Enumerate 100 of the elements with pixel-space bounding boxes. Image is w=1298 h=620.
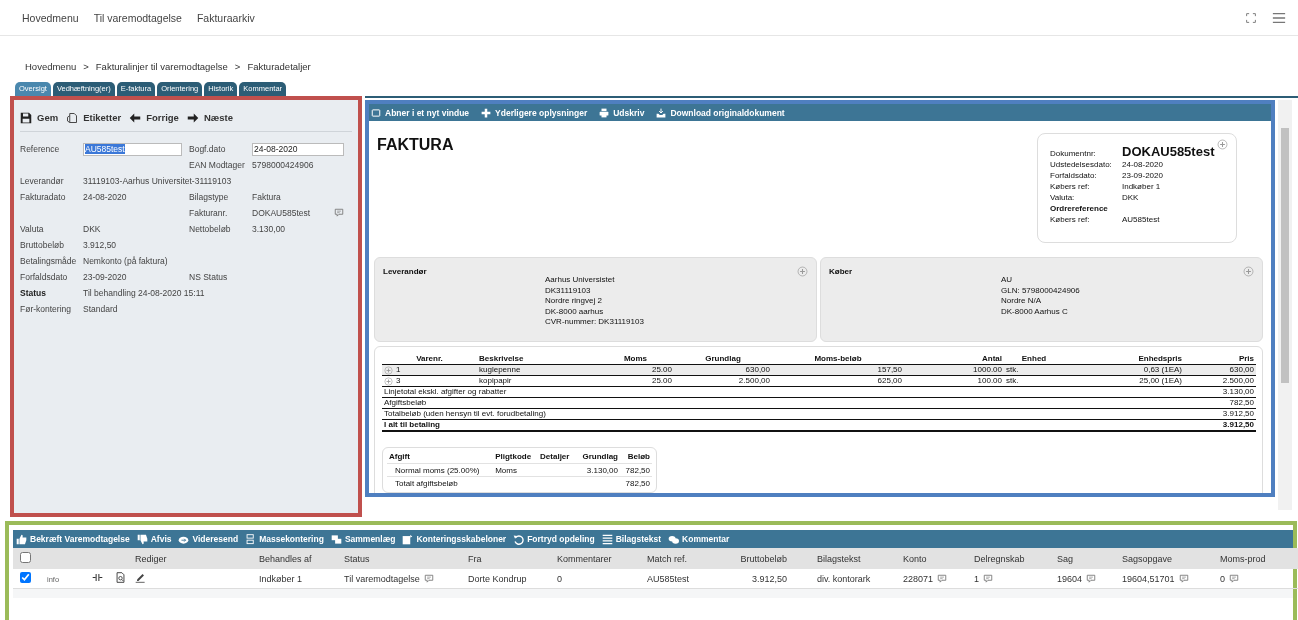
table-cell: Dorte Kondrup	[461, 569, 550, 589]
breadcrumb-separator: >	[83, 61, 89, 73]
column-header: Kommentarer	[550, 548, 640, 569]
column-header: Bruttobeløb	[728, 548, 810, 569]
field-value: 23-09-2020	[83, 272, 128, 282]
breadcrumb-link[interactable]: Fakturadetaljer	[247, 61, 311, 73]
address-line: DK-8000 aarhus	[545, 306, 605, 317]
info-label: Købers ref:	[1050, 215, 1090, 224]
printer-icon	[599, 107, 610, 118]
table-cell: 2.500,00	[674, 375, 772, 387]
column-header: Pligtkode	[493, 450, 539, 464]
table-cell: 19604	[1057, 573, 1083, 584]
expand-icon	[1217, 139, 1228, 150]
field-label: NS Status	[189, 272, 229, 282]
field-value: Faktura	[252, 192, 282, 202]
fullscreen-icon[interactable]	[1246, 12, 1256, 23]
field-label: Valuta	[20, 224, 45, 234]
scrollbar[interactable]	[1278, 100, 1292, 510]
toolbar-button[interactable]: Bilagstekst	[601, 533, 662, 545]
save-icon	[20, 111, 32, 124]
table-cell: 782,50	[620, 463, 652, 477]
breadcrumb-link[interactable]: Fakturalinjer til varemodtagelse	[95, 61, 228, 73]
address-line: DK-8000 Aarhus C	[1001, 306, 1069, 317]
table-cell: 0	[1220, 573, 1225, 584]
menu-icon[interactable]	[1272, 10, 1286, 25]
field-label: Fakturanr.	[189, 208, 229, 218]
stack-icon	[330, 533, 342, 545]
field-label: EAN Modtager	[189, 160, 246, 170]
table-cell: Til varemodtagelse	[344, 573, 420, 584]
table-cell: 0,63 (1EA)	[1064, 364, 1184, 376]
input-field[interactable]: AU585test	[83, 142, 182, 156]
document-search-icon[interactable]	[115, 572, 126, 583]
column-header: Status	[337, 548, 461, 569]
document-title: FAKTURA	[377, 136, 454, 155]
column-header: Detaljer	[538, 450, 576, 464]
toolbar-button[interactable]: Kommentar	[668, 533, 730, 545]
table-cell: 630,00	[1184, 364, 1256, 376]
checkbox[interactable]	[20, 572, 31, 583]
table-cell: 25,00 (1EA)	[1064, 375, 1184, 387]
table-cell: Moms	[493, 463, 539, 477]
table-cell: 630,00	[674, 364, 772, 376]
field-label: Bogf.dato	[189, 144, 227, 154]
table-cell: 782,50	[620, 476, 652, 489]
toolbar-button[interactable]: Etiketter	[66, 111, 122, 124]
toolbar-button[interactable]: Konteringsskabeloner	[402, 533, 507, 545]
column-header: Varenr.	[382, 353, 477, 365]
table-cell: 25.00	[597, 364, 674, 376]
address-line: Aarhus Universistet	[545, 275, 616, 286]
toolbar-button[interactable]: Næste	[186, 111, 233, 124]
breadcrumb-separator: >	[234, 61, 241, 73]
nav-link[interactable]: Fakturaarkiv	[196, 11, 255, 24]
toolbar-button[interactable]: Fortryd opdeling	[513, 533, 595, 545]
column-header: Konto	[896, 548, 967, 569]
breadcrumb-link[interactable]: Hovedmenu	[25, 61, 77, 73]
column-header: Antal	[904, 353, 1004, 365]
split-icon[interactable]	[92, 572, 103, 583]
toolbar-button[interactable]: Gem	[20, 111, 59, 124]
field-value: DKK	[83, 224, 102, 234]
column-header: Grundlag	[575, 450, 620, 464]
column-header: Fra	[461, 548, 550, 569]
info-value: 24-08-2020	[1122, 160, 1163, 169]
field-label: Bilagstype	[189, 192, 230, 202]
nav-link[interactable]: Hovedmenu	[22, 11, 79, 24]
toolbar-button[interactable]: Yderligere oplysninger	[479, 107, 590, 118]
column-header: Sag	[1050, 548, 1115, 569]
total-label: Totalbeløb (uden hensyn til evt. forudbetaling)	[382, 408, 1064, 420]
info-label: Dokumentnr:	[1050, 149, 1096, 158]
total-label: I alt til betaling	[382, 419, 1064, 431]
toolbar-button[interactable]: Download originaldokument	[654, 107, 787, 118]
toolbar-button[interactable]: Udskriv	[597, 107, 647, 118]
field-label: Betalingsmåde	[20, 256, 78, 266]
toolbar-button[interactable]: Massekontering	[245, 533, 324, 545]
toolbar-button[interactable]: Sammenlæg	[330, 533, 396, 545]
table-cell: 1000.00	[904, 364, 1004, 376]
toolbar-button[interactable]: Abner i et nyt vindue	[369, 107, 472, 118]
total-value: 3.130,00	[1064, 386, 1256, 398]
toolbar-button[interactable]: Afvis	[136, 533, 172, 545]
toolbar-button[interactable]: Videresend	[178, 533, 239, 545]
expand-icon	[1243, 266, 1254, 277]
column-header: Match ref.	[640, 548, 728, 569]
input-field[interactable]: 24-08-2020	[252, 142, 344, 156]
table-cell: stk.	[1004, 364, 1064, 376]
checkbox[interactable]	[20, 552, 31, 563]
table-cell: 3.130,00	[575, 463, 620, 477]
column-header: Grundlag	[674, 353, 772, 365]
left-arrow-icon	[129, 111, 142, 124]
table-cell: 0	[550, 569, 640, 589]
info-label: Købers ref:	[1050, 182, 1090, 191]
field-label: Status	[20, 288, 47, 298]
column-header: Enhedspris	[1064, 353, 1184, 365]
field-value: 31119103-Aarhus Universitet-31119103	[83, 176, 233, 186]
field-value: DOKAU585test	[252, 208, 311, 218]
scrollbar-thumb[interactable]	[1281, 128, 1289, 383]
field-label: Bruttobeløb	[20, 240, 65, 250]
pencil-icon[interactable]	[135, 572, 146, 583]
info-value: DKK	[1122, 193, 1139, 202]
nav-link[interactable]: Til varemodtagelse	[93, 11, 182, 24]
field-label: Forfaldsdato	[20, 272, 69, 282]
toolbar-button[interactable]: Bekræft Varemodtagelse	[16, 533, 130, 545]
toolbar-button[interactable]: Forrige	[129, 111, 179, 124]
